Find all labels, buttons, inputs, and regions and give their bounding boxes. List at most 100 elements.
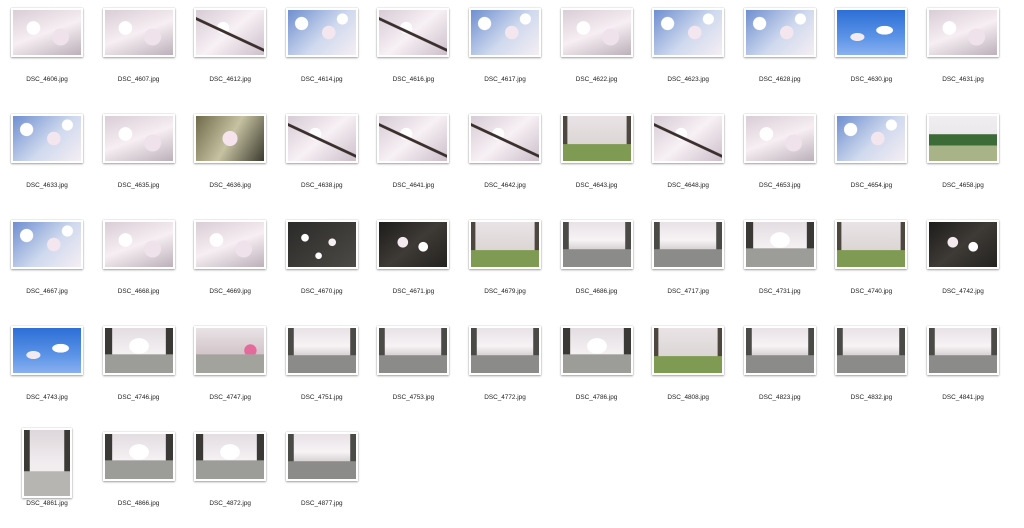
file-item[interactable]: DSC_4877.jpg — [277, 428, 367, 528]
file-item[interactable]: DSC_4747.jpg — [185, 322, 275, 422]
file-thumbnail[interactable] — [652, 220, 725, 269]
file-thumbnail[interactable] — [22, 428, 72, 498]
file-thumbnail[interactable] — [194, 114, 267, 163]
file-item[interactable]: DSC_4670.jpg — [277, 216, 367, 316]
file-item[interactable]: DSC_4653.jpg — [735, 110, 825, 210]
file-item[interactable]: DSC_4731.jpg — [735, 216, 825, 316]
file-item[interactable]: DSC_4746.jpg — [94, 322, 184, 422]
file-item[interactable]: DSC_4808.jpg — [643, 322, 733, 422]
file-item[interactable]: DSC_4622.jpg — [552, 4, 642, 104]
file-item[interactable]: DSC_4861.jpg — [2, 428, 92, 528]
file-thumbnail[interactable] — [469, 220, 541, 269]
file-item[interactable]: DSC_4866.jpg — [94, 428, 184, 528]
thumbnail-image — [287, 434, 356, 479]
file-item[interactable]: DSC_4669.jpg — [185, 216, 275, 316]
file-thumbnail[interactable] — [927, 220, 999, 269]
file-thumbnail[interactable] — [560, 220, 633, 269]
file-item[interactable]: DSC_4648.jpg — [643, 110, 733, 210]
file-thumbnail[interactable] — [927, 8, 999, 57]
file-item[interactable]: DSC_4743.jpg — [2, 322, 92, 422]
file-item[interactable]: DSC_4772.jpg — [460, 322, 550, 422]
file-thumbnail[interactable] — [102, 432, 175, 481]
file-item[interactable]: DSC_4667.jpg — [2, 216, 92, 316]
file-item[interactable]: DSC_4742.jpg — [918, 216, 1008, 316]
file-thumbnail[interactable] — [469, 114, 541, 163]
file-thumbnail[interactable] — [377, 8, 450, 57]
file-thumbnail[interactable] — [194, 220, 267, 269]
file-item[interactable]: DSC_4823.jpg — [735, 322, 825, 422]
file-thumbnail[interactable] — [285, 432, 358, 481]
file-thumbnail[interactable] — [11, 114, 83, 163]
file-thumbnail[interactable] — [285, 220, 358, 269]
thumbnail-image — [929, 222, 997, 267]
file-item[interactable]: DSC_4668.jpg — [94, 216, 184, 316]
file-thumbnail[interactable] — [377, 114, 450, 163]
file-item[interactable]: DSC_4638.jpg — [277, 110, 367, 210]
file-thumbnail[interactable] — [835, 8, 908, 57]
file-item[interactable]: DSC_4740.jpg — [826, 216, 916, 316]
file-item[interactable]: DSC_4607.jpg — [94, 4, 184, 104]
file-item[interactable]: DSC_4686.jpg — [552, 216, 642, 316]
file-item[interactable]: DSC_4633.jpg — [2, 110, 92, 210]
file-thumbnail[interactable] — [102, 114, 175, 163]
file-thumbnail[interactable] — [835, 326, 908, 375]
file-thumbnail[interactable] — [560, 114, 633, 163]
file-item[interactable]: DSC_4751.jpg — [277, 322, 367, 422]
file-thumbnail[interactable] — [835, 220, 908, 269]
file-item[interactable]: DSC_4679.jpg — [460, 216, 550, 316]
file-thumbnail[interactable] — [652, 8, 725, 57]
file-thumbnail[interactable] — [285, 8, 358, 57]
file-name-label: DSC_4642.jpg — [484, 182, 526, 189]
file-thumbnail[interactable] — [560, 326, 633, 375]
file-item[interactable]: DSC_4635.jpg — [94, 110, 184, 210]
file-thumbnail[interactable] — [743, 326, 816, 375]
file-item[interactable]: DSC_4786.jpg — [552, 322, 642, 422]
file-thumbnail[interactable] — [469, 326, 541, 375]
file-thumbnail[interactable] — [11, 326, 83, 375]
file-thumbnail[interactable] — [11, 220, 83, 269]
file-thumbnail[interactable] — [835, 114, 908, 163]
file-thumbnail[interactable] — [11, 8, 83, 57]
file-thumbnail[interactable] — [927, 114, 999, 163]
file-thumbnail[interactable] — [743, 114, 816, 163]
file-thumbnail[interactable] — [652, 114, 725, 163]
file-item[interactable]: DSC_4642.jpg — [460, 110, 550, 210]
file-item[interactable]: DSC_4832.jpg — [826, 322, 916, 422]
file-thumbnail[interactable] — [285, 114, 358, 163]
file-item[interactable]: DSC_4654.jpg — [826, 110, 916, 210]
file-item[interactable]: DSC_4643.jpg — [552, 110, 642, 210]
file-name-label: DSC_4866.jpg — [117, 500, 160, 507]
file-item[interactable]: DSC_4606.jpg — [2, 4, 92, 104]
file-thumbnail[interactable] — [285, 326, 358, 375]
file-item[interactable]: DSC_4671.jpg — [368, 216, 458, 316]
file-item[interactable]: DSC_4658.jpg — [918, 110, 1008, 210]
file-item[interactable]: DSC_4617.jpg — [460, 4, 550, 104]
file-item[interactable]: DSC_4630.jpg — [826, 4, 916, 104]
file-thumbnail[interactable] — [652, 326, 725, 375]
file-thumbnail[interactable] — [743, 8, 816, 57]
file-thumbnail[interactable] — [743, 220, 816, 269]
file-thumbnail[interactable] — [927, 326, 999, 375]
file-item[interactable]: DSC_4631.jpg — [918, 4, 1008, 104]
file-thumbnail[interactable] — [194, 432, 267, 481]
file-thumbnail[interactable] — [469, 8, 541, 57]
file-thumbnail[interactable] — [194, 326, 267, 375]
file-item[interactable]: DSC_4841.jpg — [918, 322, 1008, 422]
file-item[interactable]: DSC_4614.jpg — [277, 4, 367, 104]
file-thumbnail[interactable] — [377, 220, 450, 269]
file-item[interactable]: DSC_4628.jpg — [735, 4, 825, 104]
file-item[interactable]: DSC_4612.jpg — [185, 4, 275, 104]
file-item[interactable]: DSC_4753.jpg — [368, 322, 458, 422]
file-thumbnail[interactable] — [102, 220, 175, 269]
file-thumbnail[interactable] — [102, 326, 175, 375]
file-item[interactable]: DSC_4872.jpg — [185, 428, 275, 528]
file-item[interactable]: DSC_4616.jpg — [368, 4, 458, 104]
file-item[interactable]: DSC_4641.jpg — [368, 110, 458, 210]
file-thumbnail[interactable] — [560, 8, 633, 57]
file-thumbnail[interactable] — [102, 8, 175, 57]
file-thumbnail[interactable] — [377, 326, 450, 375]
file-thumbnail[interactable] — [194, 8, 267, 57]
file-item[interactable]: DSC_4717.jpg — [643, 216, 733, 316]
file-item[interactable]: DSC_4636.jpg — [185, 110, 275, 210]
file-item[interactable]: DSC_4623.jpg — [643, 4, 733, 104]
